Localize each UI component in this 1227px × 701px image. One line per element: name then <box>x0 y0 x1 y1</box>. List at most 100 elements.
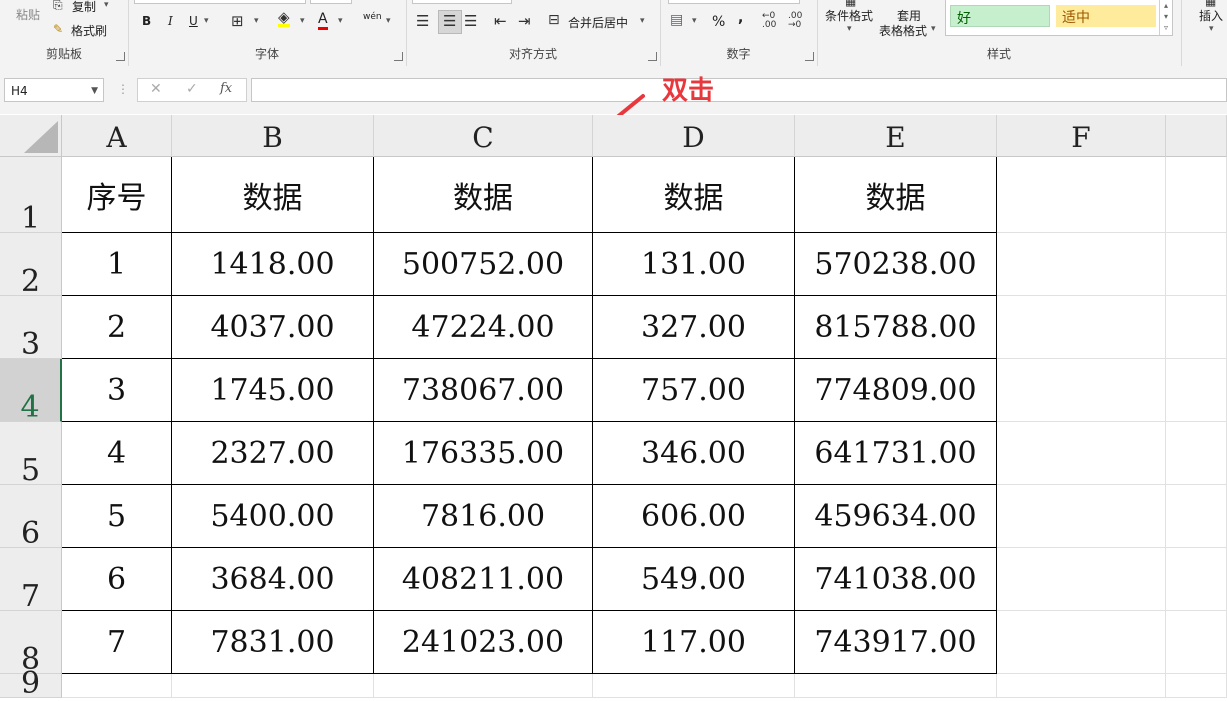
column-header-f[interactable]: F <box>997 115 1166 157</box>
border-dropdown-icon[interactable]: ▾ <box>254 16 259 26</box>
table-cell[interactable]: 641731.00 <box>795 422 997 485</box>
empty-cell[interactable] <box>1166 485 1227 548</box>
font-size-box[interactable] <box>310 0 352 4</box>
empty-cell[interactable] <box>62 674 172 698</box>
table-cell[interactable]: 4 <box>62 422 172 485</box>
row-header-9[interactable]: 9 <box>0 666 62 701</box>
empty-cell[interactable] <box>374 674 593 698</box>
table-cell[interactable]: 741038.00 <box>795 548 997 611</box>
font-color-button[interactable]: A <box>318 12 328 30</box>
insert-button[interactable]: 插入 <box>1199 7 1223 24</box>
comma-button[interactable]: , <box>738 10 743 26</box>
empty-cell[interactable] <box>795 674 997 698</box>
table-cell[interactable]: 606.00 <box>593 485 795 548</box>
row-header-5[interactable]: 5 <box>0 422 62 488</box>
empty-cell[interactable] <box>1166 359 1227 422</box>
increase-decimal-icon[interactable]: ←0.00 <box>762 12 776 30</box>
empty-cell[interactable] <box>997 674 1166 698</box>
empty-cell[interactable] <box>1166 157 1227 233</box>
font-name-box[interactable] <box>134 0 306 4</box>
merge-dropdown-icon[interactable]: ▾ <box>640 16 645 26</box>
table-cell[interactable]: 7816.00 <box>374 485 593 548</box>
table-format-dropdown-icon[interactable]: ▾ <box>931 24 936 34</box>
fill-color-icon[interactable]: ◈ <box>278 10 290 27</box>
table-cell[interactable]: 176335.00 <box>374 422 593 485</box>
percent-button[interactable]: % <box>712 14 725 30</box>
empty-cell[interactable] <box>1166 422 1227 485</box>
empty-cell[interactable] <box>1166 674 1227 698</box>
table-cell[interactable]: 2327.00 <box>172 422 374 485</box>
table-cell[interactable]: 408211.00 <box>374 548 593 611</box>
column-header-e[interactable]: E <box>795 115 997 157</box>
table-cell[interactable]: 1745.00 <box>172 359 374 422</box>
paste-button[interactable]: 粘贴 <box>16 6 40 23</box>
table-cell[interactable]: 7831.00 <box>172 611 374 674</box>
border-icon[interactable]: ⊞ <box>231 12 244 30</box>
phonetic-dropdown-icon[interactable]: ▾ <box>386 16 391 26</box>
table-cell[interactable]: 743917.00 <box>795 611 997 674</box>
number-format-box[interactable] <box>668 0 800 4</box>
empty-cell[interactable] <box>997 233 1166 296</box>
align-center-button[interactable]: ☰ <box>438 10 462 34</box>
row-header-4[interactable]: 4 <box>0 359 62 425</box>
table-cell[interactable]: 4037.00 <box>172 296 374 359</box>
formula-bar-splitter-icon[interactable]: ⋮ <box>117 82 129 96</box>
align-right-icon[interactable]: ☰ <box>464 12 477 30</box>
number-launcher-icon[interactable] <box>805 52 814 61</box>
select-all-button[interactable] <box>0 115 62 157</box>
column-header-d[interactable]: D <box>593 115 795 157</box>
style-good[interactable]: 好 <box>950 5 1050 27</box>
underline-dropdown-icon[interactable]: ▾ <box>204 16 209 26</box>
cancel-icon[interactable]: ✕ <box>150 81 162 97</box>
accounting-format-icon[interactable]: ▤ <box>670 12 683 28</box>
empty-cell[interactable] <box>172 674 374 698</box>
decrease-indent-icon[interactable]: ⇤ <box>494 12 507 30</box>
decrease-decimal-icon[interactable]: .00 →0 <box>788 12 802 30</box>
font-launcher-icon[interactable] <box>394 52 403 61</box>
empty-cell[interactable] <box>997 422 1166 485</box>
table-cell[interactable]: 7 <box>62 611 172 674</box>
insert-dropdown-icon[interactable]: ▾ <box>1209 24 1214 34</box>
copy-button[interactable]: 复制 <box>72 0 96 15</box>
bold-button[interactable]: B <box>142 14 151 28</box>
table-cell[interactable]: 1 <box>62 233 172 296</box>
format-painter-button[interactable]: 格式刷 <box>71 22 107 39</box>
table-cell[interactable]: 327.00 <box>593 296 795 359</box>
italic-button[interactable]: I <box>168 14 173 28</box>
empty-cell[interactable] <box>997 548 1166 611</box>
increase-indent-icon[interactable]: ⇥ <box>518 12 531 30</box>
table-cell[interactable]: 131.00 <box>593 233 795 296</box>
conditional-format-dropdown-icon[interactable]: ▾ <box>847 24 852 34</box>
copy-dropdown-icon[interactable]: ▾ <box>104 0 109 10</box>
table-cell[interactable]: 47224.00 <box>374 296 593 359</box>
row-header-2[interactable]: 2 <box>0 233 62 299</box>
table-cell[interactable]: 3684.00 <box>172 548 374 611</box>
underline-button[interactable]: U <box>189 14 198 28</box>
table-header-cell[interactable]: 数据 <box>172 157 374 233</box>
table-cell[interactable]: 241023.00 <box>374 611 593 674</box>
table-cell[interactable]: 757.00 <box>593 359 795 422</box>
accounting-dropdown-icon[interactable]: ▾ <box>692 16 697 26</box>
table-cell[interactable]: 570238.00 <box>795 233 997 296</box>
table-header-cell[interactable]: 数据 <box>795 157 997 233</box>
column-header-b[interactable]: B <box>172 115 374 157</box>
table-cell[interactable]: 738067.00 <box>374 359 593 422</box>
row-header-3[interactable]: 3 <box>0 296 62 362</box>
table-cell[interactable]: 1418.00 <box>172 233 374 296</box>
row-header-1[interactable]: 1 <box>0 157 62 236</box>
empty-cell[interactable] <box>997 157 1166 233</box>
font-color-dropdown-icon[interactable]: ▾ <box>338 16 343 26</box>
table-header-cell[interactable]: 序号 <box>62 157 172 233</box>
table-format-button-line2[interactable]: 表格格式 <box>879 22 927 39</box>
merge-center-button[interactable]: 合并后居中 <box>568 14 628 31</box>
clipboard-launcher-icon[interactable] <box>116 52 125 61</box>
align-left-icon[interactable]: ☰ <box>416 12 429 30</box>
table-cell[interactable]: 2 <box>62 296 172 359</box>
empty-cell[interactable] <box>1166 233 1227 296</box>
table-header-cell[interactable]: 数据 <box>374 157 593 233</box>
empty-cell[interactable] <box>1166 296 1227 359</box>
row-header-8[interactable]: 8 <box>0 611 62 677</box>
empty-cell[interactable] <box>997 296 1166 359</box>
formula-input[interactable] <box>251 78 1227 102</box>
style-gallery-scroll[interactable]: ▴ ▾ ▿ <box>1159 0 1172 35</box>
